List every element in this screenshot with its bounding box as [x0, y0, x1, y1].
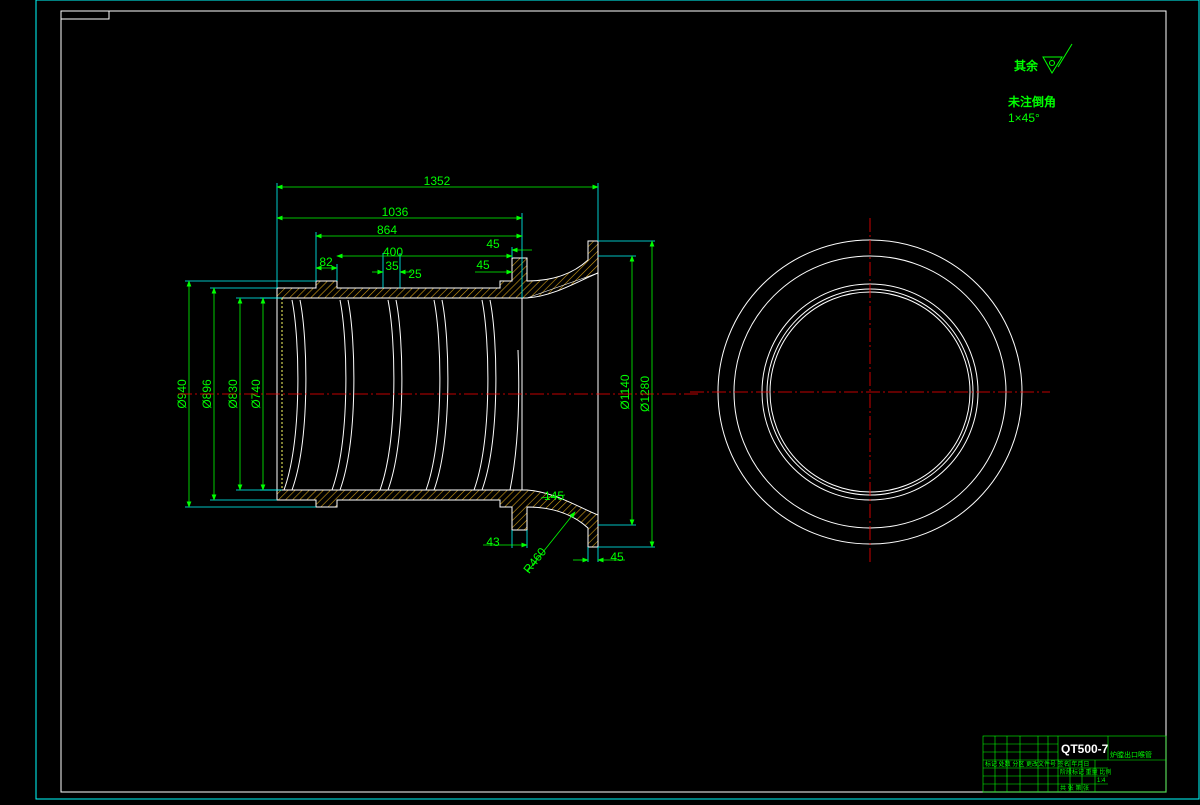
chamfer-note: 未注倒角 [1007, 94, 1056, 109]
dim-45-flange: 45 [476, 258, 490, 272]
dim-dia-1140: Ø1140 [618, 374, 632, 409]
title-row2: 阶段标记 重量 比例 [1060, 768, 1111, 776]
section-view: 1352 1036 864 400 45 82 35 25 45 Ø940 Ø8… [175, 174, 700, 576]
dim-45-top: 45 [486, 237, 500, 251]
drawing: 其余 未注倒角 1×45° 1352 1036 864 400 45 82 35… [35, 0, 1200, 800]
cad-canvas: 其余 未注倒角 1×45° 1352 1036 864 400 45 82 35… [0, 0, 1200, 800]
extension-lines [185, 183, 655, 562]
dim-35: 35 [385, 259, 399, 273]
title-material: QT500-7 [1061, 742, 1109, 756]
dim-1352: 1352 [424, 174, 451, 188]
title-part-name: 炉膛出口喉管 [1110, 750, 1152, 759]
spiral-ribs [283, 299, 520, 491]
chamfer-value: 1×45° [1008, 111, 1040, 125]
surface-finish-icon [1042, 43, 1073, 74]
end-view [690, 218, 1050, 565]
dim-82: 82 [319, 255, 333, 269]
dim-25: 25 [408, 267, 422, 281]
dim-145: 145 [544, 489, 564, 503]
top-wall-section [276, 240, 599, 299]
remaining-note: 其余 [1014, 58, 1039, 73]
dim-1036: 1036 [382, 205, 409, 219]
dim-45-bottom: 45 [610, 550, 624, 564]
dim-400: 400 [383, 245, 403, 259]
dim-43: 43 [486, 535, 500, 549]
title-ratio: 1:4 [1097, 778, 1106, 784]
title-row1: 标记 处数 分区 更改文件号 签名 年月日 [985, 760, 1089, 768]
corner-box [60, 10, 110, 20]
title-row3: 共 张 第 张 [1060, 784, 1089, 792]
dim-864: 864 [377, 223, 397, 237]
